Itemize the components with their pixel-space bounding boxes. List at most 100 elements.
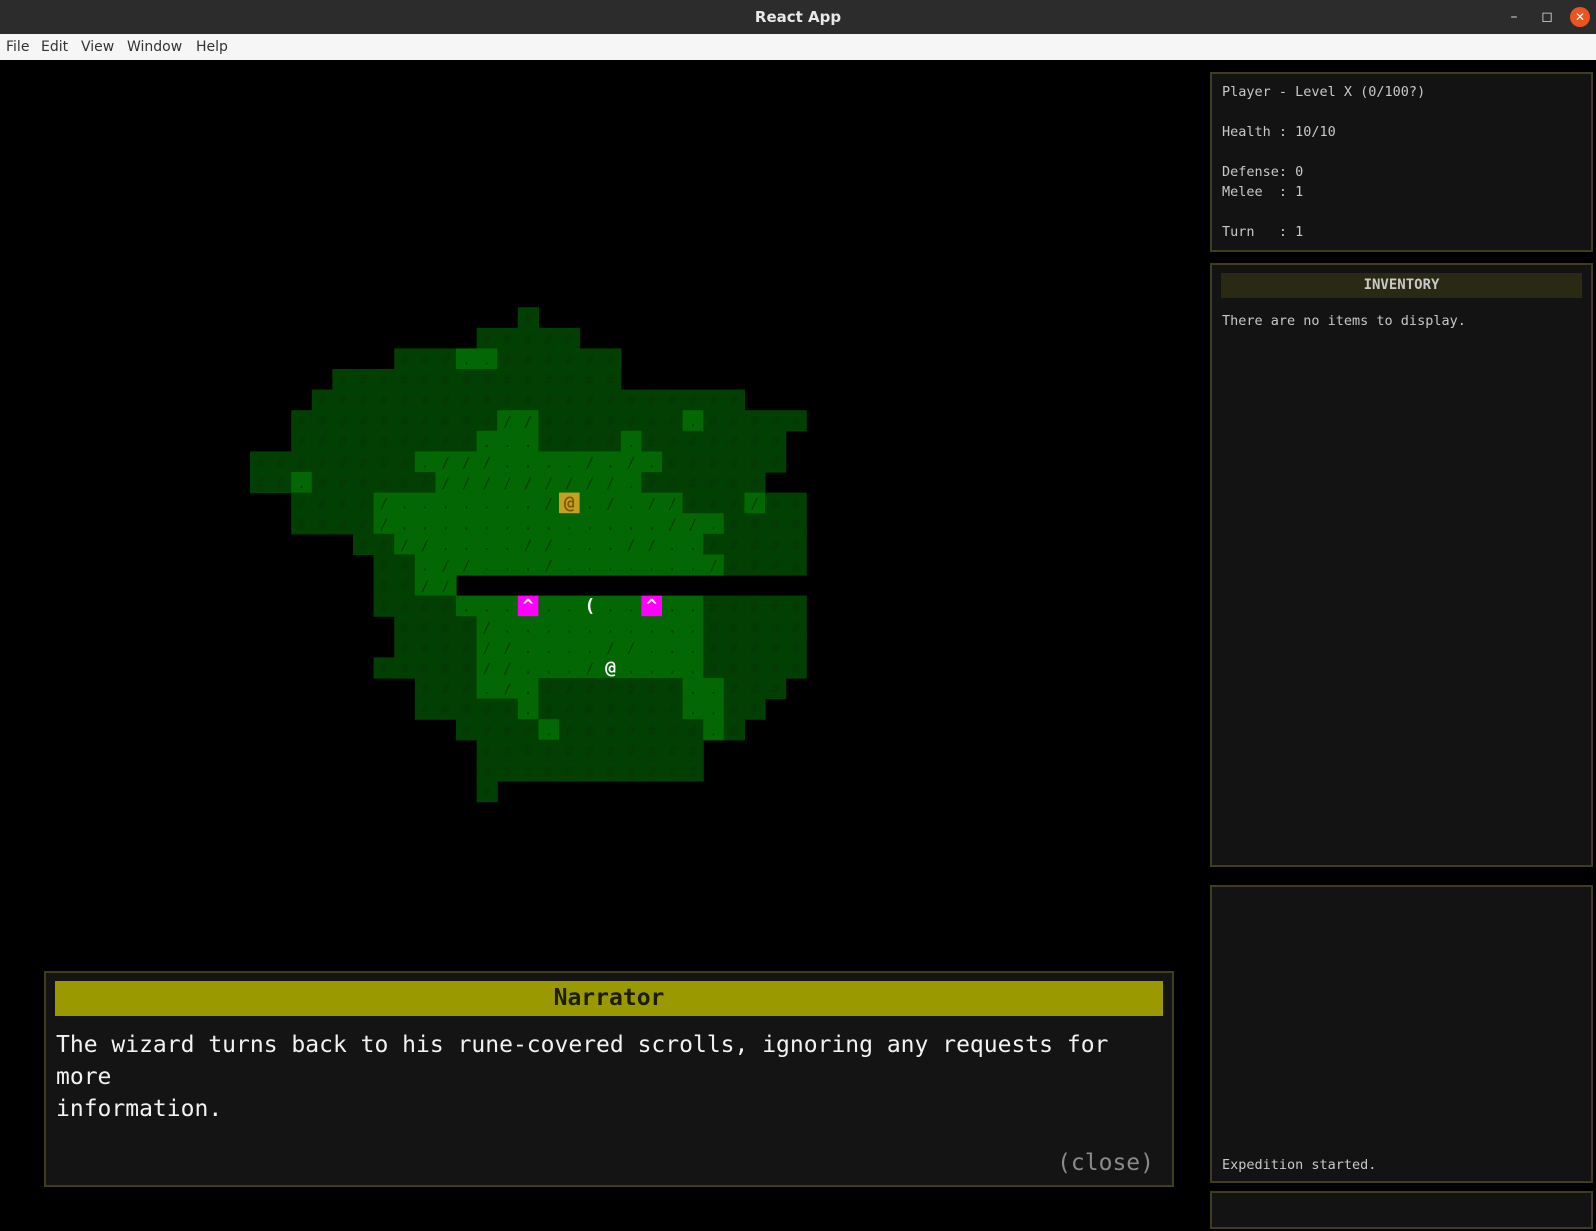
wall-tile: # (291, 410, 313, 432)
wall-tile: # (765, 616, 787, 638)
svg-text:/: / (503, 476, 511, 492)
command-input-bar[interactable] (1210, 1191, 1593, 1229)
wall-tile: # (476, 327, 498, 349)
floor-tile: . (620, 492, 642, 514)
wall-tile: # (559, 678, 581, 700)
wall-tile: # (332, 472, 354, 494)
svg-text:#: # (647, 394, 656, 410)
svg-text:.: . (441, 497, 449, 513)
wall-tile: # (723, 389, 745, 411)
floor-tile: . (517, 451, 539, 473)
menu-help[interactable]: Help (196, 39, 228, 55)
svg-text:#: # (318, 455, 327, 471)
wall-tile: # (703, 657, 725, 679)
wall-tile: # (414, 348, 436, 370)
svg-text:#: # (647, 744, 656, 760)
svg-text:#: # (544, 435, 553, 451)
dialog-close-button[interactable]: (close) (1057, 1150, 1154, 1176)
svg-text:#: # (709, 476, 718, 492)
svg-text:.: . (503, 538, 511, 554)
wall-tile: # (723, 430, 745, 452)
wall-tile: # (662, 389, 684, 411)
wall-tile: # (373, 575, 395, 597)
svg-text:#: # (318, 497, 327, 513)
wall-tile: # (600, 719, 622, 741)
svg-text:.: . (462, 352, 470, 368)
svg-text:/: / (380, 517, 388, 533)
grass-tile: / (600, 636, 622, 658)
svg-text:.: . (524, 435, 532, 451)
menu-view[interactable]: View (81, 39, 114, 55)
maximize-button[interactable]: ◻ (1537, 7, 1557, 27)
svg-text:#: # (503, 394, 512, 410)
svg-text:#: # (771, 497, 780, 513)
svg-text:#: # (380, 476, 389, 492)
svg-text:#: # (627, 723, 636, 739)
wall-tile: # (682, 472, 704, 494)
svg-text:#: # (689, 394, 698, 410)
dungeon-map[interactable]: # # # # # # # # #.. # # # # # # # # # # # # # # # # # # # # # # # # # # # # #… (0, 60, 1200, 960)
svg-text:#: # (709, 414, 718, 430)
wall-tile: # (291, 451, 313, 473)
svg-text:#: # (400, 661, 409, 677)
wall-tile: # (353, 389, 375, 411)
floor-tile: . (538, 636, 560, 658)
svg-text:#: # (730, 558, 739, 574)
menu-edit[interactable]: Edit (41, 39, 68, 55)
menu-file[interactable]: File (6, 39, 29, 55)
grass-tile: / (517, 410, 539, 432)
svg-text:#: # (421, 476, 430, 492)
svg-text:.: . (586, 538, 594, 554)
wall-tile: # (723, 472, 745, 494)
floor-tile: . (703, 513, 725, 535)
floor-tile: . (600, 513, 622, 535)
svg-text:#: # (709, 394, 718, 410)
grass-tile: / (662, 513, 684, 535)
player-defense: Defense: 0 (1222, 164, 1304, 180)
svg-text:#: # (503, 744, 512, 760)
svg-text:#: # (750, 682, 759, 698)
svg-text:.: . (689, 641, 697, 657)
minimize-button[interactable]: – (1504, 7, 1524, 27)
grass-tile: / (476, 657, 498, 679)
wall-tile: # (662, 678, 684, 700)
wall-tile: # (456, 389, 478, 411)
svg-text:/: / (400, 538, 408, 554)
floor-tile: . (559, 595, 581, 617)
wall-tile: # (785, 554, 807, 576)
floor-tile: . (291, 472, 313, 494)
wall-tile: # (332, 389, 354, 411)
wall-tile: # (723, 636, 745, 658)
close-window-button[interactable]: ✕ (1570, 7, 1590, 27)
wall-tile: # (765, 554, 787, 576)
wall-tile: # (703, 533, 725, 555)
wall-tile: # (723, 657, 745, 679)
svg-text:#: # (565, 723, 574, 739)
wall-tile: # (517, 307, 539, 329)
svg-text:#: # (441, 703, 450, 719)
floor-tile: . (414, 492, 436, 514)
svg-text:#: # (462, 620, 471, 636)
wall-tile: # (662, 472, 684, 494)
floor-tile: . (517, 513, 539, 535)
grass-tile: / (600, 472, 622, 494)
wall-tile: # (703, 595, 725, 617)
svg-text:.: . (606, 538, 614, 554)
svg-text:/: / (647, 497, 655, 513)
svg-text:^: ^ (646, 596, 657, 617)
wall-tile: # (785, 410, 807, 432)
svg-text:#: # (524, 394, 533, 410)
floor-tile: . (435, 513, 457, 535)
svg-text:.: . (668, 538, 676, 554)
svg-text:#: # (606, 352, 615, 368)
svg-text:#: # (359, 435, 368, 451)
svg-text:.: . (647, 558, 655, 574)
wall-tile: # (765, 595, 787, 617)
wall-tile: # (538, 389, 560, 411)
wall-tile: # (538, 410, 560, 432)
wall-tile: # (765, 410, 787, 432)
wall-tile: # (723, 554, 745, 576)
wall-tile: # (620, 698, 642, 720)
menu-window[interactable]: Window (127, 39, 182, 55)
svg-text:/: / (483, 661, 491, 677)
